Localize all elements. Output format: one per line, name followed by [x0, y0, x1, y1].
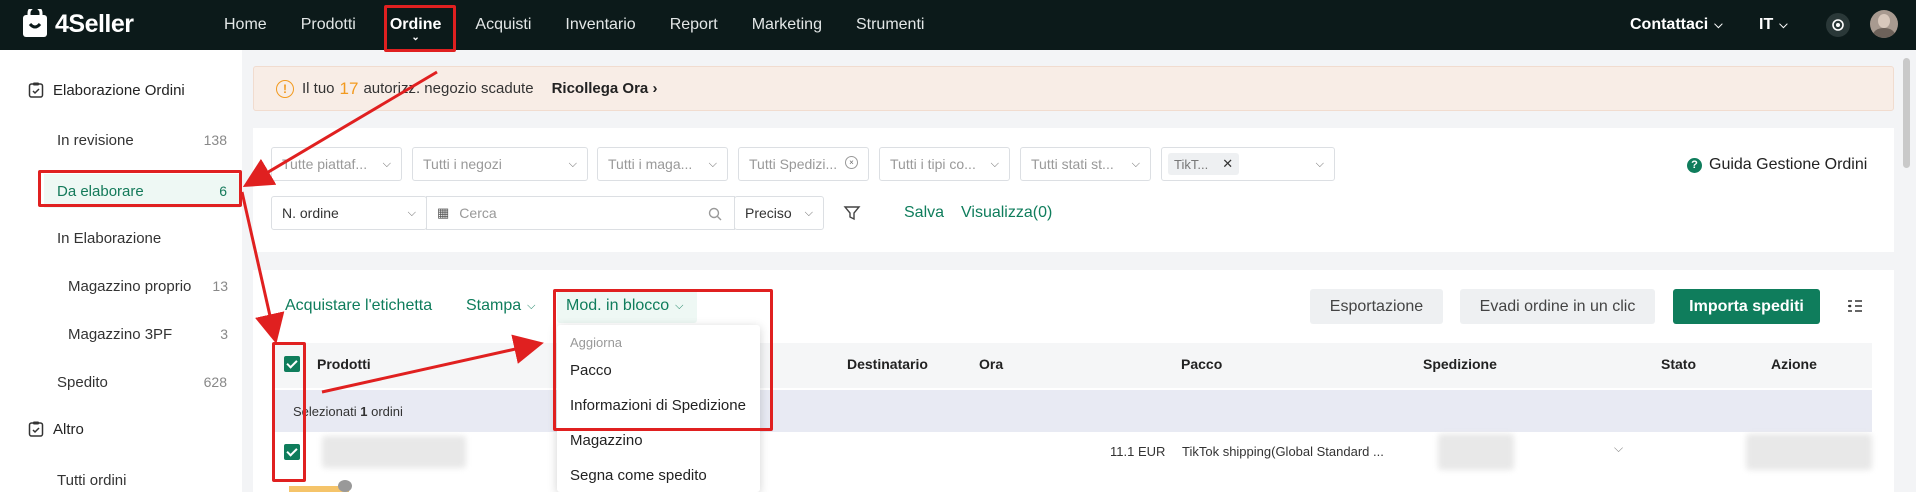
annotation-arrows — [240, 70, 544, 394]
